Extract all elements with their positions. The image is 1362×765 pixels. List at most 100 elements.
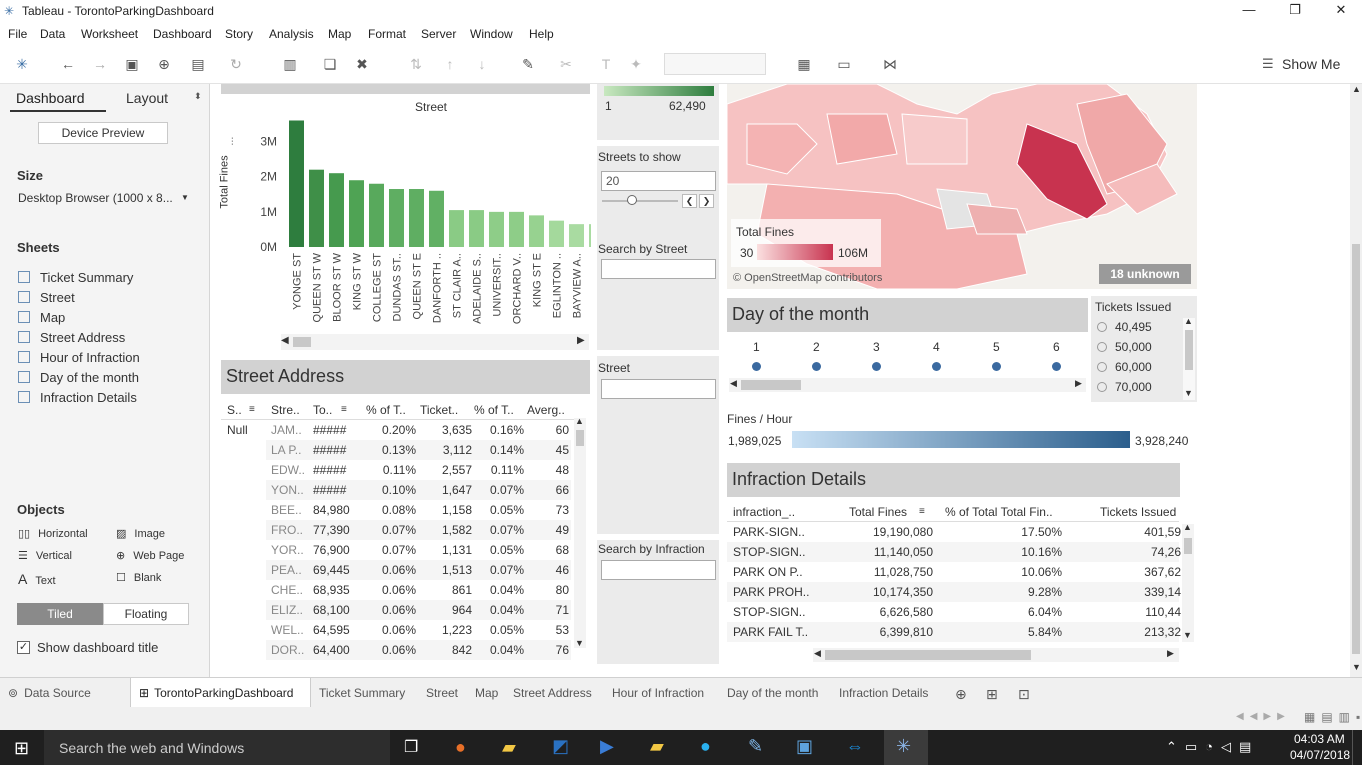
tab-nav-icons[interactable]: ◀◀▶▶ — [1236, 711, 1291, 722]
table-row[interactable]: LA P.. ##### 0.13% 3,112 0.14% 45 — [266, 440, 571, 460]
sort-icon[interactable]: ≡ — [341, 400, 347, 420]
clock-time[interactable]: 04:03 AM — [1294, 732, 1345, 746]
bar[interactable] — [369, 183, 384, 247]
file-explorer-icon[interactable]: ▰ — [502, 737, 516, 758]
clear-icon[interactable]: ✖ — [352, 54, 372, 74]
table-row[interactable]: CHE.. 68,935 0.06% 861 0.04% 80 — [266, 580, 571, 600]
new-story-tab-icon[interactable]: ⊡ — [1018, 686, 1030, 703]
bar[interactable] — [409, 189, 424, 247]
menu-server[interactable]: Server — [421, 27, 456, 41]
column-header[interactable]: Tickets Issued — [1100, 502, 1176, 522]
clock-date[interactable]: 04/07/2018 — [1290, 748, 1350, 762]
tab-layout[interactable]: Layout — [126, 90, 168, 106]
x-tick-label[interactable]: EGLINTON .. — [552, 253, 564, 318]
menu-format[interactable]: Format — [368, 27, 406, 41]
table-row[interactable]: EDW.. ##### 0.11% 2,557 0.11% 48 — [266, 460, 571, 480]
scroll-right-icon[interactable]: ▶ — [1167, 648, 1174, 659]
new-datasource-icon[interactable]: ⊕ — [154, 54, 174, 74]
show-me-icon[interactable]: ☰ — [1262, 56, 1274, 72]
day-mark[interactable] — [992, 362, 1001, 371]
tab-ticket-summary[interactable]: Ticket Summary — [319, 686, 405, 700]
x-tick-label[interactable]: KING ST W — [352, 252, 364, 310]
new-worksheet-tab-icon[interactable]: ⊕ — [955, 686, 967, 703]
menu-map[interactable]: Map — [328, 27, 351, 41]
scroll-up-icon[interactable]: ▲ — [1184, 316, 1193, 326]
task-view-icon[interactable]: ❐ — [404, 737, 418, 757]
day-mark[interactable] — [1052, 362, 1061, 371]
tab-map[interactable]: Map — [475, 686, 498, 700]
table-row[interactable]: WEL.. 64,595 0.06% 1,223 0.05% 53 — [266, 620, 571, 640]
scroll-thumb[interactable] — [576, 430, 584, 446]
tab-hour-of-infraction[interactable]: Hour of Infraction — [612, 686, 704, 700]
canvas-vscroll[interactable]: ▲ ▼ — [1350, 84, 1362, 677]
bar[interactable] — [329, 173, 344, 247]
infraction-vscroll[interactable]: ▲ ▼ — [1182, 522, 1194, 642]
scroll-thumb[interactable] — [1352, 244, 1360, 654]
save-icon[interactable]: ▣ — [122, 54, 142, 74]
close-button[interactable]: ✕ — [1318, 2, 1362, 20]
group-icon[interactable]: ✂ — [556, 54, 576, 74]
tickets-vscroll[interactable]: ▲ ▼ — [1183, 316, 1195, 400]
scroll-down-icon[interactable]: ▼ — [1352, 662, 1361, 672]
scroll-thumb[interactable] — [293, 337, 311, 347]
pin-icon[interactable]: ✦ — [626, 54, 646, 74]
highlight-icon[interactable]: ✎ — [518, 54, 538, 74]
view-toggle-icons[interactable]: ▦▤▥▪ — [1304, 710, 1362, 724]
scroll-thumb[interactable] — [1184, 538, 1192, 554]
table-row[interactable]: STOP-SIGN.. 6,626,580 6.04% 110,44 — [727, 602, 1181, 622]
table-row[interactable]: ELIZ.. 68,100 0.06% 964 0.04% 71 — [266, 600, 571, 620]
day-mark[interactable] — [752, 362, 761, 371]
label-icon[interactable]: T — [596, 54, 616, 74]
sort-icon[interactable]: ≡ — [919, 502, 925, 522]
paint-icon[interactable]: ✎ — [748, 736, 763, 757]
unknown-badge[interactable]: 18 unknown — [1099, 264, 1191, 284]
share-icon[interactable]: ⋈ — [880, 54, 900, 74]
x-tick-label[interactable]: QUEEN ST E — [412, 253, 424, 319]
table-row[interactable]: PARK-SIGN.. 19,190,080 17.50% 401,59 — [727, 522, 1181, 542]
menu-analysis[interactable]: Analysis — [269, 27, 314, 41]
swap-icon[interactable]: ⇅ — [406, 54, 426, 74]
scroll-thumb[interactable] — [1185, 330, 1193, 370]
bar[interactable] — [489, 211, 504, 247]
object-text[interactable]: A Text — [18, 571, 56, 587]
bar[interactable] — [549, 220, 564, 247]
column-header[interactable]: Ticket.. — [420, 400, 458, 420]
x-tick-label[interactable]: KING ST E — [532, 253, 544, 307]
bar[interactable] — [509, 211, 524, 247]
x-tick-label[interactable]: ADELAIDE S.. — [472, 253, 484, 324]
minimize-button[interactable]: — — [1226, 2, 1272, 20]
object-blank[interactable]: ☐ Blank — [116, 571, 161, 584]
menu-story[interactable]: Story — [225, 27, 253, 41]
x-tick-label[interactable]: BLOOR ST W — [332, 252, 344, 321]
photos-icon[interactable]: ▣ — [796, 736, 813, 757]
floating-button[interactable]: Floating — [103, 603, 189, 625]
pause-icon[interactable]: ▤ — [188, 54, 208, 74]
tray-icons[interactable]: ⌃▭◔◁▤ — [1166, 739, 1259, 755]
x-tick-label[interactable]: YONGE ST — [292, 253, 304, 310]
windows-start-icon[interactable]: ⊞ — [14, 738, 29, 759]
tableau-home-icon[interactable]: ✳ — [12, 54, 32, 74]
map-attribution[interactable]: © OpenStreetMap contributors — [733, 272, 882, 284]
table-row[interactable]: PEA.. 69,445 0.06% 1,513 0.07% 46 — [266, 560, 571, 580]
tab-torontoparkingdashboard[interactable]: ⊞ TorontoParkingDashboard — [139, 686, 293, 700]
street-address-vscroll[interactable]: ▲ ▼ — [574, 416, 586, 648]
bar[interactable] — [349, 180, 364, 247]
table-row[interactable]: PARK PROH.. 10,174,350 9.28% 339,14 — [727, 582, 1181, 602]
skype-icon[interactable]: ● — [700, 736, 711, 757]
folder-icon[interactable]: ▰ — [650, 736, 664, 757]
powershell-icon[interactable]: ▶ — [600, 736, 614, 757]
table-row[interactable]: JAM.. ##### 0.20% 3,635 0.16% 60 — [266, 420, 571, 440]
new-dashboard-tab-icon[interactable]: ⊞ — [986, 686, 998, 703]
table-row[interactable]: PARK FAIL T.. 6,399,810 5.84% 213,32 — [727, 622, 1181, 642]
x-tick-label[interactable]: QUEEN ST W — [312, 252, 324, 322]
scroll-thumb[interactable] — [825, 650, 1031, 660]
tab-data-source[interactable]: ⊚ Data Source — [8, 686, 91, 700]
x-tick-label[interactable]: DANFORTH .. — [432, 253, 444, 323]
x-tick-label[interactable]: BAYVIEW A.. — [572, 253, 584, 318]
tickets-option[interactable]: 60,000 — [1097, 360, 1152, 374]
street-chart-hscroll[interactable]: ◀ ▶ — [281, 334, 589, 350]
tickets-option[interactable]: 50,000 — [1097, 340, 1152, 354]
table-row[interactable]: FRO.. 77,390 0.07% 1,582 0.07% 49 — [266, 520, 571, 540]
tickets-option[interactable]: 70,000 — [1097, 380, 1152, 394]
x-tick-label[interactable]: ST CLAIR A.. — [452, 253, 464, 318]
